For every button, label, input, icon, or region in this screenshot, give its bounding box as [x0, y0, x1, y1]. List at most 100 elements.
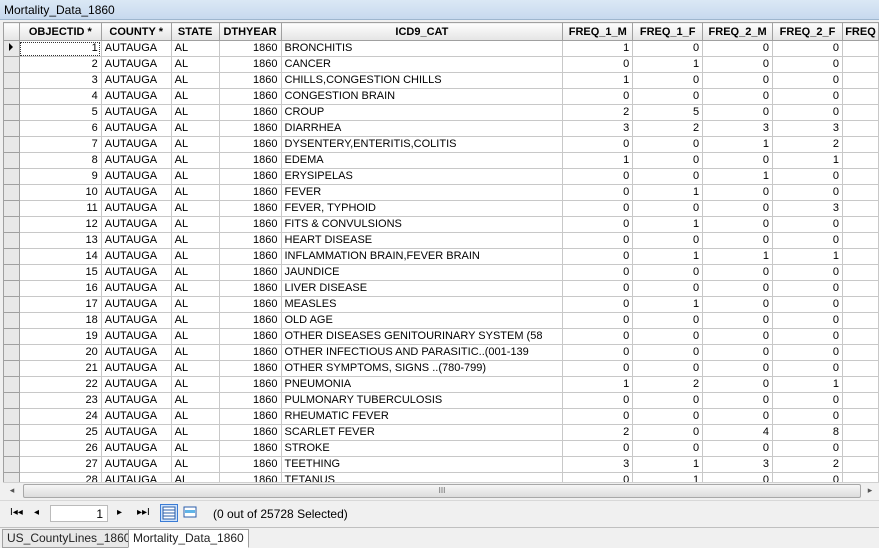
table-cell[interactable]: 0: [562, 392, 634, 409]
table-cell[interactable]: DYSENTERY,ENTERITIS,COLITIS: [280, 136, 564, 153]
table-cell[interactable]: [841, 344, 879, 361]
table-cell[interactable]: CANCER: [280, 56, 564, 73]
table-cell[interactable]: 1860: [218, 168, 282, 185]
table-cell[interactable]: 0: [562, 88, 634, 105]
table-cell[interactable]: OLD AGE: [280, 312, 564, 329]
table-cell[interactable]: 20: [18, 344, 102, 361]
row-selector[interactable]: [3, 472, 20, 482]
table-cell[interactable]: 1: [632, 248, 704, 265]
table-cell[interactable]: 0: [772, 280, 843, 297]
table-cell[interactable]: STROKE: [280, 440, 564, 457]
table-cell[interactable]: 16: [18, 280, 102, 297]
table-row[interactable]: 1 AUTAUGA AL 1860 BRONCHITIS 1 0 0 0: [3, 40, 879, 57]
column-header[interactable]: FREQ: [841, 22, 879, 41]
table-cell[interactable]: AUTAUGA: [100, 120, 172, 137]
table-cell[interactable]: 1: [562, 152, 634, 169]
row-selector[interactable]: [3, 184, 20, 201]
table-cell[interactable]: 2: [632, 120, 704, 137]
row-selector[interactable]: [3, 296, 20, 313]
next-record-icon[interactable]: ▸: [117, 507, 122, 518]
table-cell[interactable]: 0: [702, 328, 774, 345]
table-cell[interactable]: 0: [562, 296, 634, 313]
table-cell[interactable]: 1860: [218, 56, 282, 73]
table-cell[interactable]: 0: [702, 472, 774, 482]
table-cell[interactable]: 0: [632, 328, 704, 345]
table-cell[interactable]: AL: [170, 344, 220, 361]
table-cell[interactable]: 0: [632, 152, 704, 169]
table-cell[interactable]: 1860: [218, 440, 282, 457]
table-cell[interactable]: 0: [702, 104, 774, 121]
table-cell[interactable]: AUTAUGA: [100, 152, 172, 169]
table-cell[interactable]: 28: [18, 472, 102, 482]
row-selector[interactable]: [3, 328, 20, 345]
table-cell[interactable]: 1860: [218, 232, 282, 249]
row-selector[interactable]: [3, 200, 20, 217]
row-selector[interactable]: [3, 264, 20, 281]
table-cell[interactable]: 0: [702, 152, 774, 169]
table-cell[interactable]: 0: [632, 280, 704, 297]
table-cell[interactable]: 0: [772, 184, 843, 201]
table-cell[interactable]: 0: [772, 344, 843, 361]
table-cell[interactable]: 24: [18, 408, 102, 425]
table-cell[interactable]: INFLAMMATION BRAIN,FEVER BRAIN: [280, 248, 564, 265]
table-cell[interactable]: AUTAUGA: [100, 472, 172, 482]
row-selector[interactable]: [3, 408, 20, 425]
table-cell[interactable]: CONGESTION BRAIN: [280, 88, 564, 105]
table-cell[interactable]: 1860: [218, 376, 282, 393]
table-cell[interactable]: CROUP: [280, 104, 564, 121]
table-row[interactable]: 8 AUTAUGA AL 1860 EDEMA 1 0 0 1: [3, 152, 879, 169]
table-cell[interactable]: 0: [562, 136, 634, 153]
table-cell[interactable]: 0: [702, 376, 774, 393]
table-cell[interactable]: AL: [170, 328, 220, 345]
table-cell[interactable]: TEETHING: [280, 456, 564, 473]
table-cell[interactable]: AL: [170, 184, 220, 201]
table-cell[interactable]: 0: [772, 360, 843, 377]
table-cell[interactable]: JAUNDICE: [280, 264, 564, 281]
table-cell[interactable]: 1860: [218, 472, 282, 482]
table-cell[interactable]: [841, 264, 879, 281]
table-row[interactable]: 6 AUTAUGA AL 1860 DIARRHEA 3 2 3 3: [3, 120, 879, 137]
table-cell[interactable]: 1860: [218, 424, 282, 441]
row-selector[interactable]: [3, 392, 20, 409]
table-cell[interactable]: AL: [170, 456, 220, 473]
table-cell[interactable]: 0: [772, 232, 843, 249]
table-cell[interactable]: 14: [18, 248, 102, 265]
row-selector[interactable]: [3, 40, 20, 57]
table-cell[interactable]: 0: [562, 232, 634, 249]
table-cell[interactable]: 2: [772, 456, 843, 473]
table-cell[interactable]: OTHER INFECTIOUS AND PARASITIC..(001-139: [280, 344, 564, 361]
table-cell[interactable]: 0: [562, 344, 634, 361]
table-cell[interactable]: 0: [772, 40, 843, 57]
table-cell[interactable]: 0: [562, 440, 634, 457]
table-cell[interactable]: AUTAUGA: [100, 168, 172, 185]
table-row[interactable]: 24 AUTAUGA AL 1860 RHEUMATIC FEVER 0 0 0 0: [3, 408, 879, 425]
table-cell[interactable]: 0: [562, 280, 634, 297]
table-cell[interactable]: 1860: [218, 248, 282, 265]
table-cell[interactable]: 1: [562, 376, 634, 393]
table-cell[interactable]: 1860: [218, 136, 282, 153]
column-header[interactable]: FREQ_2_F: [772, 22, 843, 41]
table-cell[interactable]: 1: [18, 40, 102, 57]
table-row[interactable]: 17 AUTAUGA AL 1860 MEASLES 0 1 0 0: [3, 296, 879, 313]
row-selector[interactable]: [3, 88, 20, 105]
scroll-left-icon[interactable]: ◂: [5, 484, 19, 497]
table-cell[interactable]: AUTAUGA: [100, 104, 172, 121]
table-cell[interactable]: AL: [170, 152, 220, 169]
row-selector[interactable]: [3, 376, 20, 393]
table-cell[interactable]: AL: [170, 440, 220, 457]
table-cell[interactable]: 3: [18, 72, 102, 89]
table-cell[interactable]: [841, 424, 879, 441]
table-cell[interactable]: 0: [772, 312, 843, 329]
table-cell[interactable]: 1: [632, 216, 704, 233]
table-cell[interactable]: ERYSIPELAS: [280, 168, 564, 185]
table-cell[interactable]: 1860: [218, 40, 282, 57]
table-cell[interactable]: 0: [772, 264, 843, 281]
table-cell[interactable]: [841, 136, 879, 153]
row-selector[interactable]: [3, 120, 20, 137]
table-row[interactable]: 26 AUTAUGA AL 1860 STROKE 0 0 0 0: [3, 440, 879, 457]
table-cell[interactable]: 0: [702, 344, 774, 361]
table-cell[interactable]: AUTAUGA: [100, 360, 172, 377]
row-selector[interactable]: [3, 152, 20, 169]
table-row[interactable]: 11 AUTAUGA AL 1860 FEVER, TYPHOID 0 0 0 3: [3, 200, 879, 217]
table-cell[interactable]: AL: [170, 280, 220, 297]
